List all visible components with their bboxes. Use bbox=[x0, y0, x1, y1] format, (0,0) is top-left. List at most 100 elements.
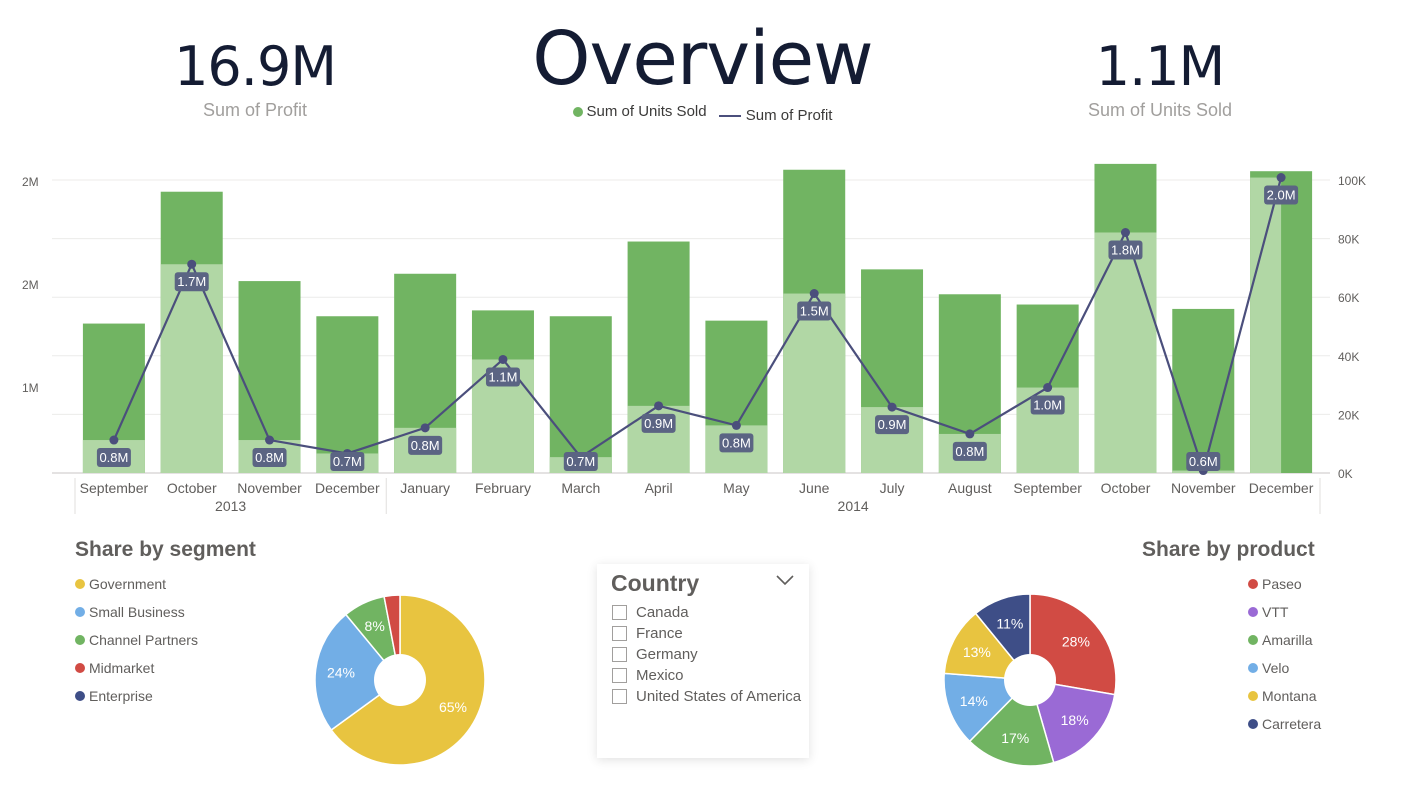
pie-legend-item[interactable]: VTT bbox=[1248, 598, 1321, 626]
profit-point[interactable] bbox=[965, 429, 975, 439]
x-tick-label: November bbox=[237, 480, 302, 496]
legend-label: Velo bbox=[1262, 660, 1290, 676]
right-tick-label: 80K bbox=[1338, 233, 1359, 247]
combo-chart: 100K 80K 60K 40K 20K 0K 2M 2M 1M 0.8M 1.7M 0.8M 0.7… bbox=[22, 163, 1366, 514]
legend-label: Small Business bbox=[89, 604, 185, 620]
profit-data-label: 0.7M bbox=[566, 454, 595, 469]
pie-legend-item[interactable]: Channel Partners bbox=[75, 626, 198, 654]
legend-swatch bbox=[1248, 719, 1258, 729]
profit-point[interactable] bbox=[731, 420, 741, 430]
slicer-option-label: Germany bbox=[636, 646, 698, 663]
profit-point[interactable] bbox=[1120, 227, 1130, 237]
chevron-down-icon[interactable] bbox=[775, 572, 795, 588]
segment-title: Share by segment bbox=[75, 538, 256, 561]
checkbox[interactable] bbox=[612, 605, 627, 620]
profit-data-label: 1.1M bbox=[489, 369, 518, 384]
pie-legend-item[interactable]: Enterprise bbox=[75, 682, 198, 710]
profit-data-label: 0.8M bbox=[255, 450, 284, 465]
slicer-option[interactable]: Germany bbox=[612, 644, 801, 665]
profit-data-label: 1.0M bbox=[1033, 398, 1062, 413]
x-tick-label: January bbox=[400, 480, 450, 496]
left-tick-label: 1M bbox=[22, 381, 39, 395]
slicer-option[interactable]: France bbox=[612, 623, 801, 644]
profit-point[interactable] bbox=[887, 402, 897, 412]
slicer-option-label: United States of America bbox=[636, 688, 802, 705]
pie-legend-item[interactable]: Carretera bbox=[1248, 710, 1321, 738]
pie-slice-label: 8% bbox=[365, 618, 385, 634]
checkbox[interactable] bbox=[612, 668, 627, 683]
profit-data-label: 0.8M bbox=[955, 444, 984, 459]
pie-slice-label: 11% bbox=[996, 615, 1023, 631]
x-tick-label: September bbox=[1013, 480, 1082, 496]
right-tick-label: 60K bbox=[1338, 291, 1359, 305]
legend-label: Carretera bbox=[1262, 716, 1322, 732]
legend-swatch bbox=[1248, 607, 1258, 617]
pie-hole bbox=[374, 654, 426, 706]
profit-point[interactable] bbox=[1043, 383, 1053, 393]
legend-swatch bbox=[1248, 635, 1258, 645]
slicer-option[interactable]: Mexico bbox=[612, 665, 801, 686]
legend-label: Montana bbox=[1262, 688, 1317, 704]
x-tick-label: February bbox=[475, 480, 531, 496]
x-tick-label: December bbox=[1249, 480, 1314, 496]
pie-legend-item[interactable]: Amarilla bbox=[1248, 626, 1321, 654]
legend-swatch bbox=[1248, 663, 1258, 673]
x-tick-label: May bbox=[723, 480, 749, 496]
legend-label: Paseo bbox=[1262, 576, 1302, 592]
pie-hole bbox=[1004, 654, 1056, 706]
pie-legend-item[interactable]: Montana bbox=[1248, 682, 1321, 710]
checkbox[interactable] bbox=[612, 689, 627, 704]
product-legend: Paseo VTT Amarilla Velo Montana Carretera bbox=[1248, 570, 1321, 738]
legend-label: Channel Partners bbox=[89, 632, 198, 648]
right-tick-label: 100K bbox=[1338, 174, 1366, 188]
profit-data-label: 1.5M bbox=[800, 304, 829, 319]
profit-data-label: 0.8M bbox=[99, 450, 128, 465]
profit-point[interactable] bbox=[654, 401, 664, 411]
profit-point[interactable] bbox=[265, 435, 275, 445]
pie-legend-item[interactable]: Midmarket bbox=[75, 654, 198, 682]
slicer-option-label: Canada bbox=[636, 604, 689, 621]
pie-legend-item[interactable]: Small Business bbox=[75, 598, 198, 626]
pie-slice-label: 17% bbox=[1001, 730, 1029, 746]
legend-label: Enterprise bbox=[89, 688, 153, 704]
pie-slice-label: 65% bbox=[439, 699, 467, 715]
profit-point[interactable] bbox=[420, 423, 430, 433]
units-bar[interactable] bbox=[549, 316, 612, 473]
pie-slice-label: 24% bbox=[327, 665, 355, 681]
slicer-title: Country bbox=[611, 570, 700, 596]
x-tick-label: March bbox=[561, 480, 600, 496]
profit-data-label: 0.9M bbox=[878, 417, 907, 432]
profit-point[interactable] bbox=[1276, 173, 1286, 183]
checkbox[interactable] bbox=[612, 647, 627, 662]
checkbox[interactable] bbox=[612, 626, 627, 641]
slicer-option[interactable]: United States of America bbox=[612, 686, 801, 707]
x-tick-label: September bbox=[80, 480, 149, 496]
x-tick-label: July bbox=[880, 480, 905, 496]
product-title: Share by product bbox=[1142, 538, 1315, 561]
legend-swatch bbox=[75, 635, 85, 645]
profit-point[interactable] bbox=[809, 289, 819, 299]
legend-label: Government bbox=[89, 576, 167, 592]
x-tick-label: April bbox=[645, 480, 673, 496]
profit-data-label: 0.9M bbox=[644, 416, 673, 431]
x-tick-label: August bbox=[948, 480, 992, 496]
left-tick-label: 2M bbox=[22, 278, 39, 292]
profit-area-shade bbox=[1094, 232, 1157, 473]
pie-slice-label: 18% bbox=[1061, 712, 1089, 728]
legend-swatch bbox=[1248, 579, 1258, 589]
pie-legend-item[interactable]: Velo bbox=[1248, 654, 1321, 682]
pie-slice-label: 28% bbox=[1062, 633, 1090, 649]
pie-slice-label: 14% bbox=[960, 693, 988, 709]
legend-swatch bbox=[1248, 691, 1258, 701]
profit-point[interactable] bbox=[498, 354, 508, 364]
legend-label: Midmarket bbox=[89, 660, 155, 676]
profit-point[interactable] bbox=[109, 435, 119, 445]
profit-point[interactable] bbox=[187, 259, 197, 269]
profit-data-label: 2.0M bbox=[1267, 188, 1296, 203]
legend-label: VTT bbox=[1262, 604, 1289, 620]
profit-data-label: 0.7M bbox=[333, 454, 362, 469]
slicer-option[interactable]: Canada bbox=[612, 602, 801, 623]
slicer-option-label: Mexico bbox=[636, 667, 684, 684]
pie-legend-item[interactable]: Paseo bbox=[1248, 570, 1321, 598]
pie-legend-item[interactable]: Government bbox=[75, 570, 198, 598]
